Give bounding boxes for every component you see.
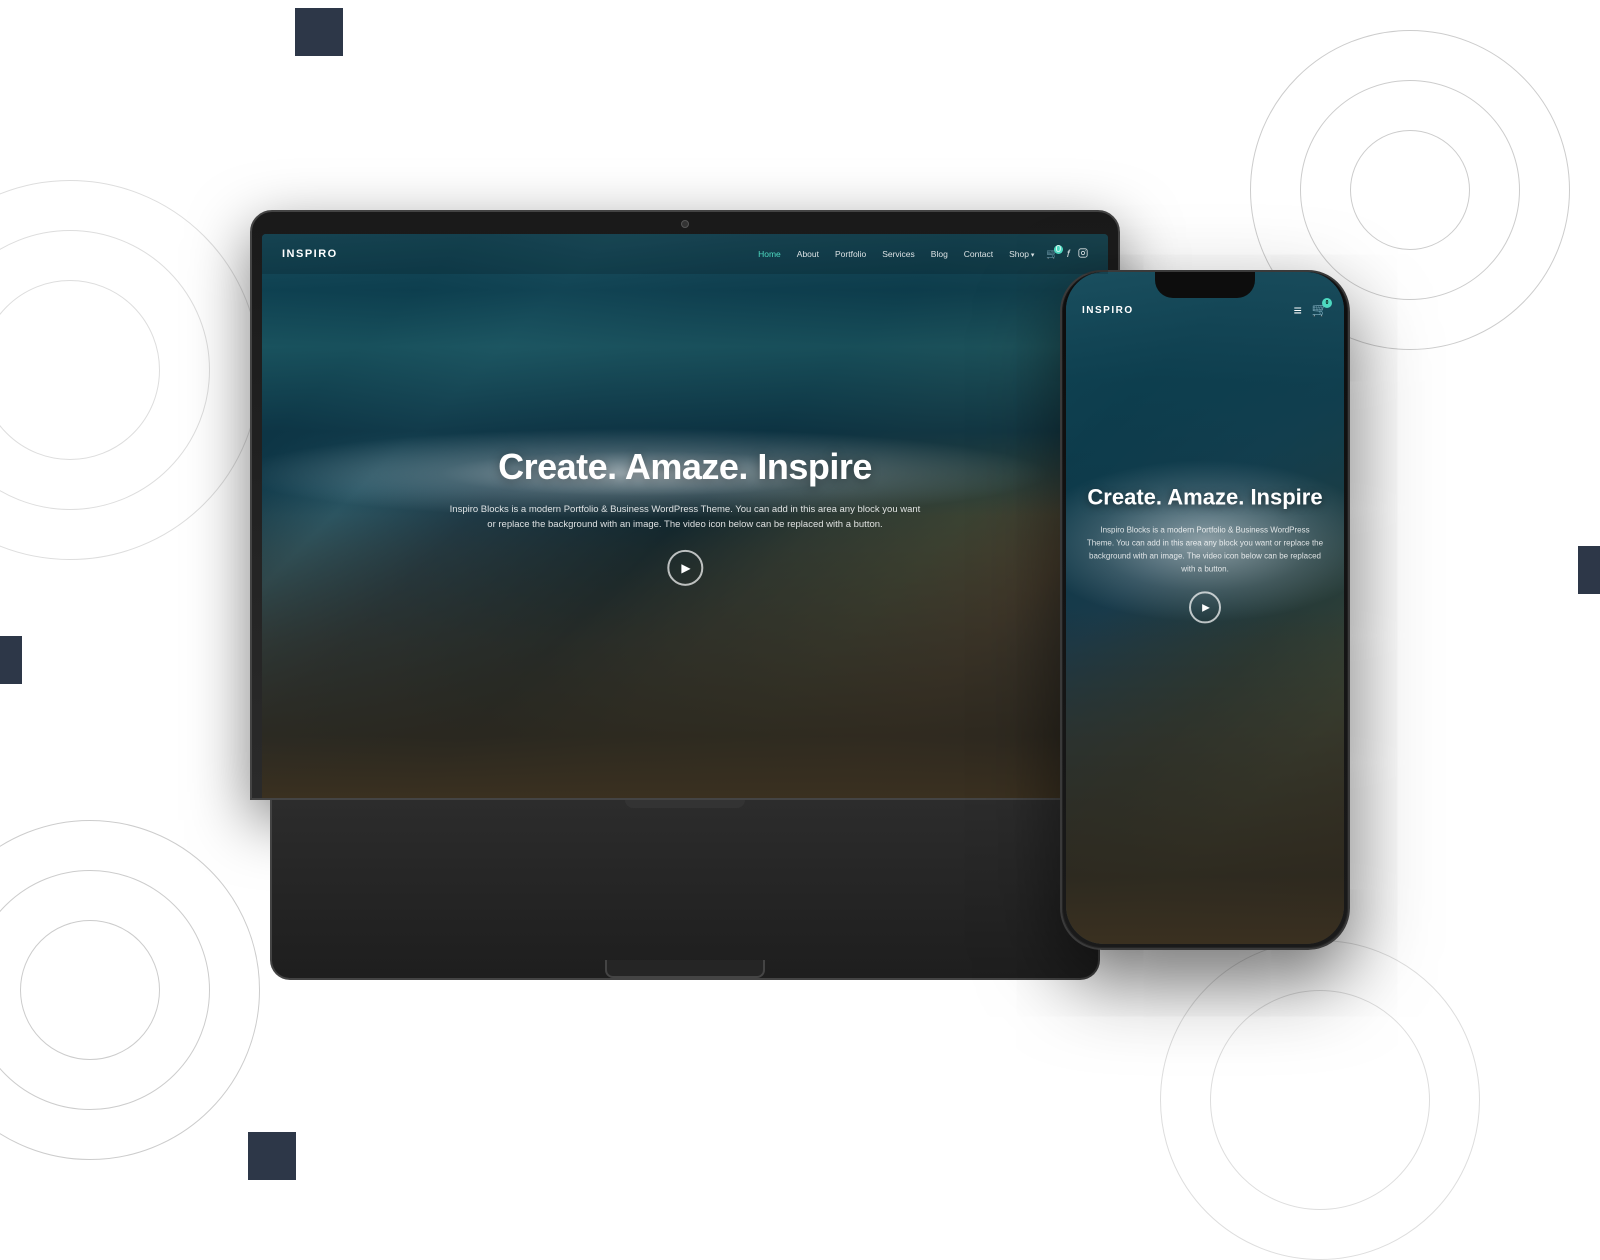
- phone-cart-badge: 0: [1322, 298, 1332, 308]
- nav-link-portfolio[interactable]: Portfolio: [835, 249, 866, 259]
- laptop-play-button[interactable]: ▶: [667, 550, 703, 586]
- phone-hero-title: Create. Amaze. Inspire: [1086, 485, 1324, 511]
- laptop-hinge: [625, 800, 745, 808]
- phone-cart-icon[interactable]: 🛒 0: [1312, 302, 1328, 318]
- phone-hero-content: Create. Amaze. Inspire Inspiro Blocks is…: [1066, 485, 1344, 624]
- laptop-body: INSPIRO Home About Portfolio Services Bl…: [250, 210, 1120, 800]
- laptop-hero-content: Create. Amaze. Inspire Inspiro Blocks is…: [304, 446, 1065, 586]
- nav-link-home[interactable]: Home: [758, 249, 781, 259]
- cart-icon-wrap[interactable]: 🛒 0: [1046, 249, 1058, 260]
- cart-badge: 0: [1054, 245, 1063, 254]
- phone-body: INSPIRO ≡ 🛒 0 Create. Amaze. Inspire In: [1060, 270, 1350, 950]
- phone-hero-subtitle: Inspiro Blocks is a modern Portfolio & B…: [1086, 523, 1324, 576]
- laptop-nav-links: Home About Portfolio Services Blog Conta…: [758, 249, 1034, 259]
- laptop-stand: [605, 960, 765, 978]
- instagram-icon[interactable]: [1078, 248, 1088, 261]
- phone-hero-rocks: [1066, 608, 1344, 944]
- laptop-nav-icons: 🛒 0 𝑓: [1046, 248, 1088, 261]
- laptop-camera: [681, 220, 689, 228]
- laptop-hero-subtitle: Inspiro Blocks is a modern Portfolio & B…: [445, 502, 925, 532]
- facebook-icon[interactable]: 𝑓: [1067, 249, 1070, 260]
- laptop-keyboard-base: [270, 800, 1100, 980]
- laptop-screen: INSPIRO Home About Portfolio Services Bl…: [262, 234, 1108, 798]
- hamburger-icon[interactable]: ≡: [1294, 303, 1302, 317]
- laptop-logo: INSPIRO: [282, 248, 338, 260]
- phone-logo: INSPIRO: [1082, 305, 1134, 316]
- nav-link-blog[interactable]: Blog: [931, 249, 948, 259]
- phone-play-button[interactable]: ▶: [1189, 592, 1221, 624]
- nav-link-services[interactable]: Services: [882, 249, 915, 259]
- phone-screen: INSPIRO ≡ 🛒 0 Create. Amaze. Inspire In: [1066, 272, 1344, 944]
- devices-wrapper: INSPIRO Home About Portfolio Services Bl…: [250, 150, 1350, 1050]
- laptop-device: INSPIRO Home About Portfolio Services Bl…: [250, 210, 1120, 980]
- phone-nav-right: ≡ 🛒 0: [1294, 302, 1328, 318]
- main-scene: INSPIRO Home About Portfolio Services Bl…: [0, 0, 1600, 1200]
- nav-link-about[interactable]: About: [797, 249, 819, 259]
- phone-notch: [1155, 272, 1255, 298]
- laptop-hero-title: Create. Amaze. Inspire: [304, 446, 1065, 488]
- nav-link-contact[interactable]: Contact: [964, 249, 993, 259]
- phone-device: INSPIRO ≡ 🛒 0 Create. Amaze. Inspire In: [1060, 270, 1350, 950]
- nav-link-shop[interactable]: Shop: [1009, 249, 1034, 259]
- laptop-navbar: INSPIRO Home About Portfolio Services Bl…: [262, 234, 1108, 274]
